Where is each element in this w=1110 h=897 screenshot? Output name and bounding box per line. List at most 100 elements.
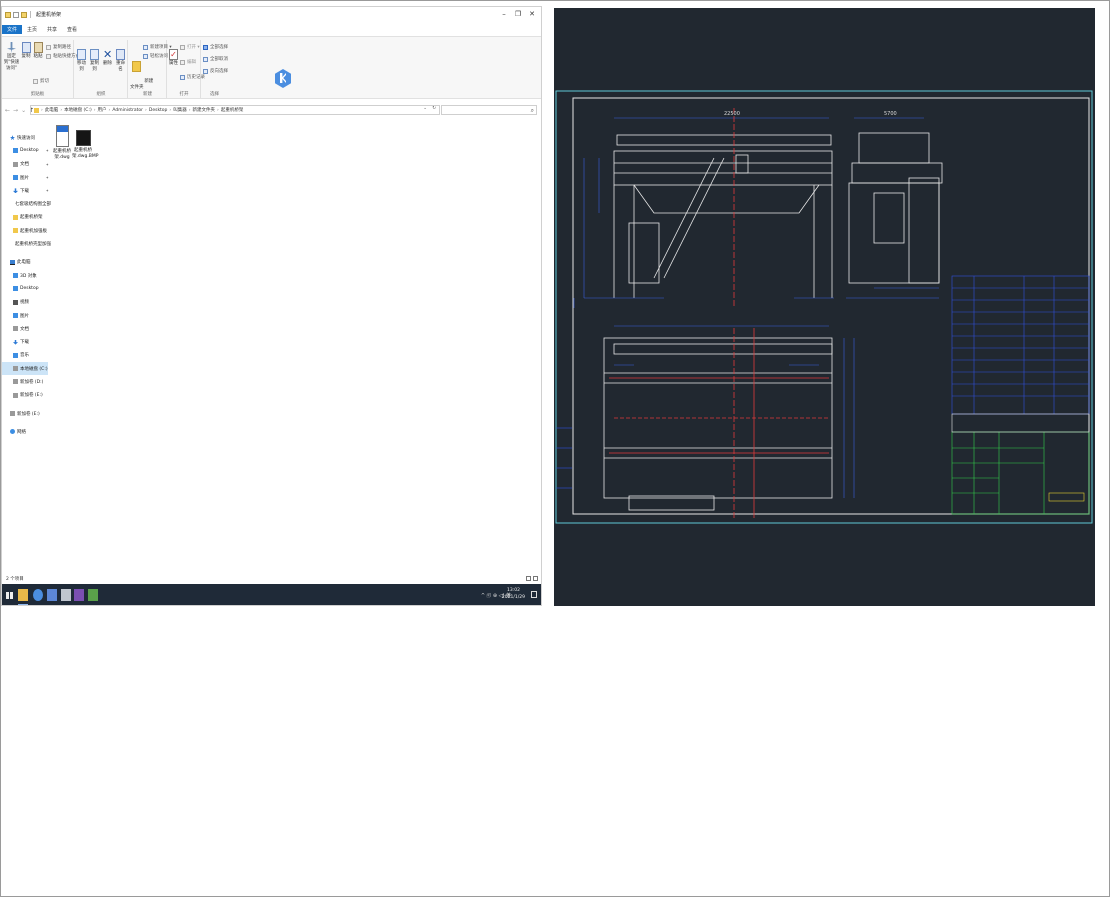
nav-videos[interactable]: 视频: [2, 296, 48, 309]
file-explorer-window: 起重机桥架 – ❐ ✕ 文件 主页 共享 查看 固定到"快速访问" 复制 粘贴 …: [1, 6, 542, 606]
app-taskbar-icon[interactable]: [61, 589, 71, 601]
nav-drive-d[interactable]: 新加卷 (D:): [2, 375, 48, 388]
copy-button[interactable]: 复制: [21, 42, 31, 60]
title-bar: 起重机桥架 – ❐ ✕: [2, 7, 541, 22]
file-item-dwg[interactable]: 起重机桥架.dwg: [51, 125, 73, 160]
select-none-button[interactable]: 全部取消: [203, 56, 228, 62]
pin-icon: [7, 42, 16, 53]
breadcrumb-separator: ›: [108, 107, 111, 113]
details-view-icon[interactable]: [526, 576, 531, 581]
notification-icon[interactable]: [531, 591, 537, 598]
breadcrumb-administrator[interactable]: Administrator: [112, 108, 143, 113]
nav-quick-folder-3[interactable]: 起重机加强板: [2, 224, 48, 237]
large-icons-view-icon[interactable]: [533, 576, 538, 581]
breadcrumb-collector[interactable]: 叫集器: [173, 107, 187, 113]
nav-drive-e-root[interactable]: 新加卷 (E:): [2, 407, 48, 420]
tab-file[interactable]: 文件: [2, 25, 23, 34]
back-arrow-icon[interactable]: ←: [5, 107, 10, 114]
cad-drawing-preview: 22500 5700: [554, 8, 1095, 606]
cut-button[interactable]: 剪切: [33, 78, 49, 84]
nav-quick-documents[interactable]: 文档 ✦: [2, 158, 49, 171]
taskbar-clock[interactable]: 13:02 2021/1/29: [502, 587, 525, 601]
file-name: 起重机桥架.dwg: [53, 149, 71, 160]
tab-home[interactable]: 主页: [22, 25, 42, 34]
select-all-button[interactable]: 全部选择: [203, 44, 228, 50]
nav-label: 3D 对象: [20, 273, 37, 279]
breadcrumb-desktop[interactable]: Desktop: [149, 108, 168, 113]
folder-icon: [34, 107, 39, 113]
nav-3d-objects[interactable]: 3D 对象: [2, 269, 48, 282]
breadcrumb-separator: ›: [41, 107, 43, 113]
forward-arrow-icon[interactable]: →: [13, 107, 18, 114]
properties-button[interactable]: ✓ 属性: [169, 49, 178, 67]
paste-label: 粘贴: [33, 54, 43, 59]
edit-button[interactable]: 编辑: [180, 59, 196, 65]
new-folder-icon: [131, 61, 141, 72]
scissors-icon: [33, 78, 38, 84]
nav-drive-e[interactable]: 新加卷 (E:): [2, 389, 48, 402]
nav-quick-pictures[interactable]: 图片 ✦: [2, 171, 49, 184]
close-button[interactable]: ✕: [525, 7, 539, 21]
invert-selection-icon: [203, 68, 208, 74]
invert-selection-button[interactable]: 反向选择: [203, 68, 228, 74]
nav-quick-folder-1[interactable]: 七套吸结构图全部: [2, 197, 51, 210]
breadcrumb-this-pc[interactable]: 此电脑: [45, 107, 59, 113]
document-taskbar-icon[interactable]: [47, 589, 57, 601]
nav-label: 新加卷 (E:): [20, 393, 43, 399]
nav-quick-access[interactable]: 快速访问: [2, 131, 48, 144]
nav-quick-desktop[interactable]: Desktop ✦: [2, 144, 49, 157]
refresh-icon[interactable]: ↻: [432, 106, 436, 111]
delete-button[interactable]: ✕ 删除: [103, 49, 112, 67]
move-to-button[interactable]: 移动到: [76, 49, 87, 73]
nav-label: 起重机桥架: [20, 215, 43, 221]
maximize-button[interactable]: ❐: [511, 7, 525, 21]
copy-path-button[interactable]: 复制路径: [46, 44, 71, 50]
nav-quick-folder-4[interactable]: 起重机桥壳型加强: [2, 237, 51, 250]
file-explorer-taskbar-icon[interactable]: [18, 589, 28, 605]
breadcrumb-separator: ›: [169, 107, 172, 113]
nav-quick-folder-2[interactable]: 起重机桥架: [2, 211, 48, 224]
open-button[interactable]: 打开 ▾: [180, 44, 200, 50]
breadcrumb-users[interactable]: 用户: [98, 107, 107, 113]
copy-to-button[interactable]: 复制到: [89, 49, 100, 73]
viewer-taskbar-icon[interactable]: [88, 589, 98, 601]
breadcrumb-local-disk[interactable]: 本地磁盘 (C:): [64, 107, 92, 113]
properties-icon[interactable]: [13, 11, 19, 18]
address-dropdown-icon[interactable]: ⌄: [423, 106, 427, 111]
cad-taskbar-icon[interactable]: [74, 589, 84, 601]
nav-music[interactable]: 音乐: [2, 349, 48, 362]
nav-this-pc[interactable]: 此电脑: [2, 256, 48, 269]
search-input[interactable]: ⌕: [441, 105, 537, 115]
new-folder-button[interactable]: 新建 文件夹: [130, 49, 153, 97]
pin-quick-access-button[interactable]: 固定到"快速访问": [3, 42, 20, 72]
folder-icon[interactable]: [5, 11, 11, 18]
address-field[interactable]: › 此电脑 › 本地磁盘 (C:) › 用户 › Administrator ›…: [30, 105, 440, 115]
pin-icon: ✦: [45, 175, 49, 181]
quick-access-toolbar: [5, 11, 27, 18]
file-item-bmp[interactable]: 起重机桥架.dwg.BMP: [72, 125, 98, 159]
nav-quick-downloads[interactable]: 下载 ✦: [2, 184, 49, 197]
nav-documents[interactable]: 文档: [2, 322, 48, 335]
open-label: 打开 ▾: [187, 45, 200, 50]
paste-button[interactable]: 粘贴: [33, 42, 43, 60]
properties-check-icon: ✓: [169, 49, 178, 60]
breadcrumb-current-folder[interactable]: 起重机桥架: [221, 107, 244, 113]
nav-local-disk-c[interactable]: 本地磁盘 (C:): [2, 362, 48, 376]
nav-pictures[interactable]: 图片: [2, 309, 48, 322]
nav-network[interactable]: 网络: [2, 425, 48, 438]
taskbar: ^ 🗊 ⊕ ◁) 英 13:02 2021/1/29: [2, 584, 541, 605]
new-folder-icon[interactable]: [21, 11, 27, 18]
tab-view[interactable]: 查看: [62, 25, 82, 34]
edit-label: 编辑: [187, 60, 196, 65]
tab-share[interactable]: 共享: [42, 25, 62, 34]
nav-desktop[interactable]: Desktop: [2, 282, 48, 295]
rename-button[interactable]: 重命名: [114, 49, 127, 73]
desktop-icon: [13, 286, 18, 292]
nav-downloads[interactable]: 下载: [2, 335, 48, 348]
breadcrumb-new-folder[interactable]: 新建文件夹: [193, 107, 216, 113]
windows-start-icon[interactable]: [6, 592, 13, 599]
minimize-button[interactable]: –: [497, 7, 511, 21]
side-view-dimensions: [846, 117, 939, 299]
browser-taskbar-icon[interactable]: [33, 589, 43, 601]
recent-locations-icon[interactable]: ⌄: [21, 107, 26, 114]
